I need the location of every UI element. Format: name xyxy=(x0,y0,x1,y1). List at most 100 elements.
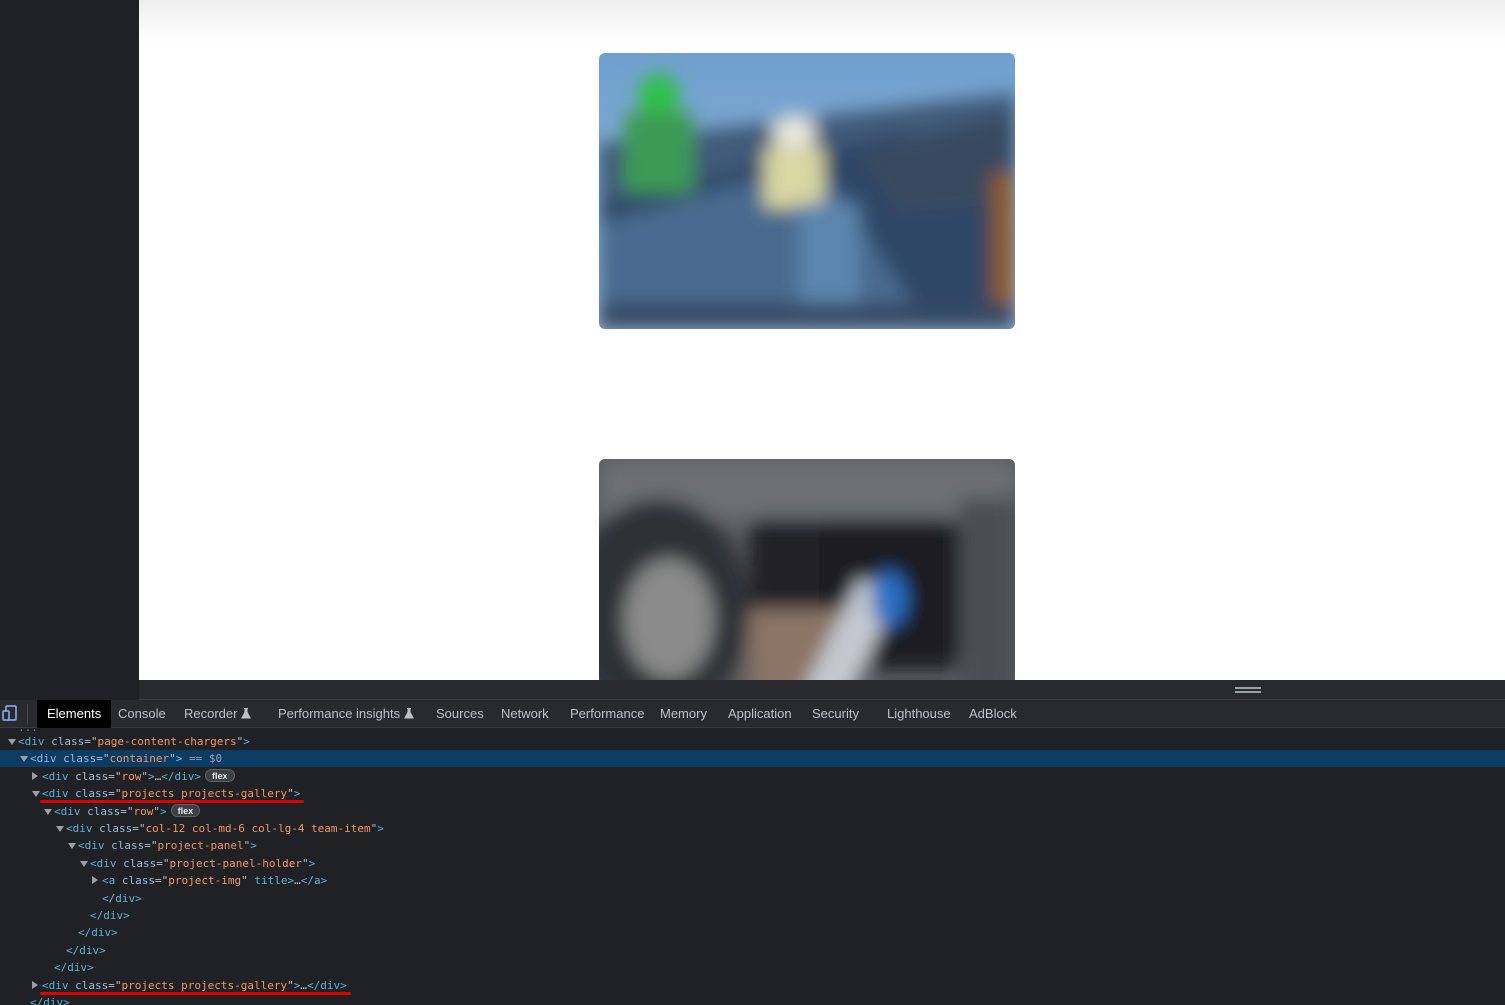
elements-dom-tree[interactable]: ... <div class="page-content-chargers"><… xyxy=(0,729,1505,1005)
expand-triangle-icon[interactable] xyxy=(92,876,98,885)
dom-node-markup: </div> xyxy=(66,942,106,959)
dom-node-line[interactable]: <div class="col-12 col-md-6 col-lg-4 tea… xyxy=(0,820,1505,837)
tag-name: div xyxy=(67,961,88,975)
selected-node-marker: == $0 xyxy=(182,752,223,766)
dom-node-line[interactable]: </div> xyxy=(0,890,1505,907)
attribute-value: col-12 col-md-6 col-lg-4 team-item xyxy=(145,822,371,835)
tag-name: div xyxy=(84,839,105,853)
tab-label: Elements xyxy=(47,706,102,721)
tab-recorder[interactable]: Recorder xyxy=(184,700,252,728)
collapsed-ellipsis: … xyxy=(300,978,307,992)
flex-badge[interactable]: flex xyxy=(170,803,201,817)
expand-triangle-icon[interactable] xyxy=(32,980,38,989)
tag-close-bracket: > xyxy=(243,735,250,748)
project-image-solar-installers[interactable] xyxy=(599,53,1015,329)
attribute-name: class xyxy=(87,804,121,818)
tag-name: div xyxy=(103,909,124,922)
dom-node-line[interactable]: </div> xyxy=(0,907,1505,924)
collapse-triangle-icon[interactable] xyxy=(80,860,88,867)
tag-close-bracket: > xyxy=(250,839,257,853)
page-viewport[interactable] xyxy=(139,0,1505,680)
collapse-triangle-icon[interactable] xyxy=(20,756,28,763)
collapse-triangle-icon[interactable] xyxy=(44,808,52,815)
tag-close-bracket: > xyxy=(63,996,70,1005)
tab-label: Application xyxy=(728,706,792,721)
drag-handle-icon[interactable] xyxy=(1235,687,1261,693)
dom-node-selected[interactable]: <div class="container"> == $0 xyxy=(0,750,1505,768)
dom-node-line[interactable]: </div> xyxy=(0,959,1505,976)
tab-label: Network xyxy=(501,706,549,721)
ev-charger-photo xyxy=(599,459,1015,680)
tag-name: div xyxy=(43,996,64,1005)
tab-console[interactable]: Console xyxy=(118,700,166,728)
tag-close-bracket: > xyxy=(148,769,155,783)
solar-panels-photo xyxy=(599,53,1015,329)
collapse-triangle-icon[interactable] xyxy=(32,791,40,798)
tag-open-bracket: </ xyxy=(30,996,44,1005)
tab-performance[interactable]: Performance xyxy=(570,700,644,728)
dom-node-line[interactable]: </div> xyxy=(0,942,1505,959)
tag-open-bracket: < xyxy=(78,839,85,853)
tag-open-bracket: </ xyxy=(90,909,104,922)
page-header-shadow xyxy=(139,0,1505,44)
device-toolbar-icon[interactable] xyxy=(2,704,20,722)
tab-label: Performance insights xyxy=(278,706,401,721)
attribute-value: projects projects-gallery xyxy=(121,978,288,992)
attribute-name: class xyxy=(75,978,109,992)
attribute-name: class xyxy=(111,839,145,853)
tag-name: div xyxy=(48,978,69,992)
tab-memory[interactable]: Memory xyxy=(660,700,707,728)
closing-tag: </div> xyxy=(161,769,201,783)
attribute-value: row xyxy=(121,769,142,783)
tag-open-bracket: < xyxy=(18,735,25,748)
tag-close-bracket: > xyxy=(99,943,106,957)
closing-tag: </div> xyxy=(306,978,347,992)
tab-network[interactable]: Network xyxy=(501,700,549,728)
dom-node-line[interactable]: <div class="project-panel-holder"> xyxy=(0,855,1505,872)
tab-elements[interactable]: Elements xyxy=(37,700,112,728)
dom-node-markup: </div> xyxy=(54,959,94,976)
tab-security[interactable]: Security xyxy=(812,700,859,728)
dom-node-line[interactable]: </div> xyxy=(0,994,1505,1005)
tab-application[interactable]: Application xyxy=(728,700,792,728)
flask-icon xyxy=(404,708,415,719)
tag-open-bracket: < xyxy=(54,804,61,818)
tab-label: Memory xyxy=(660,706,707,721)
attribute-value: project-panel-holder xyxy=(169,856,302,870)
tag-close-bracket: > xyxy=(377,822,384,835)
dom-node-line[interactable]: </div> xyxy=(0,924,1505,941)
collapse-triangle-icon[interactable] xyxy=(68,843,76,850)
devtools-resize-bar[interactable] xyxy=(139,680,1505,700)
tab-performance-insights[interactable]: Performance insights xyxy=(278,700,415,728)
collapse-triangle-icon[interactable] xyxy=(8,739,16,745)
tag-open-bracket: </ xyxy=(66,943,80,957)
tag-open-bracket: < xyxy=(30,752,37,766)
tab-adblock[interactable]: AdBlock xyxy=(969,700,1017,728)
attribute-name: class xyxy=(99,822,133,835)
dom-node-markup: </div> xyxy=(90,907,130,924)
tag-open-bracket: < xyxy=(90,856,97,870)
dom-node-markup: <div class="project-panel"> xyxy=(78,839,257,853)
tag-close-bracket: > xyxy=(160,804,167,818)
tab-sources[interactable]: Sources xyxy=(436,700,484,728)
tag-open-bracket: < xyxy=(66,822,73,835)
dom-node-line[interactable]: <a class="project-img" title>…</a> xyxy=(0,872,1505,889)
attribute-value: page-content-chargers xyxy=(97,735,237,748)
dom-node-line[interactable]: <div class="row">…</div> flex xyxy=(0,768,1505,785)
dom-node-line[interactable]: <div class="row"> flex xyxy=(0,803,1505,820)
dom-node-line[interactable]: <div class="page-content-chargers"> xyxy=(0,733,1505,750)
expand-triangle-icon[interactable] xyxy=(32,771,38,780)
collapse-triangle-icon[interactable] xyxy=(56,826,64,832)
tab-label: Security xyxy=(812,706,859,721)
flex-badge[interactable]: flex xyxy=(205,768,235,782)
tag-close-bracket: > xyxy=(135,891,142,905)
attribute-value: container xyxy=(109,752,170,766)
tab-label: AdBlock xyxy=(969,706,1017,721)
dom-node-line[interactable]: <div class="project-panel"> xyxy=(0,837,1505,854)
tag-name: div xyxy=(91,926,112,940)
project-image-ev-charger[interactable] xyxy=(599,459,1015,680)
closing-tag: </a> xyxy=(300,874,328,888)
tab-lighthouse[interactable]: Lighthouse xyxy=(887,700,951,728)
tag-close-bracket: > xyxy=(293,787,301,801)
dom-node-markup: <div class="col-12 col-md-6 col-lg-4 tea… xyxy=(66,822,384,835)
